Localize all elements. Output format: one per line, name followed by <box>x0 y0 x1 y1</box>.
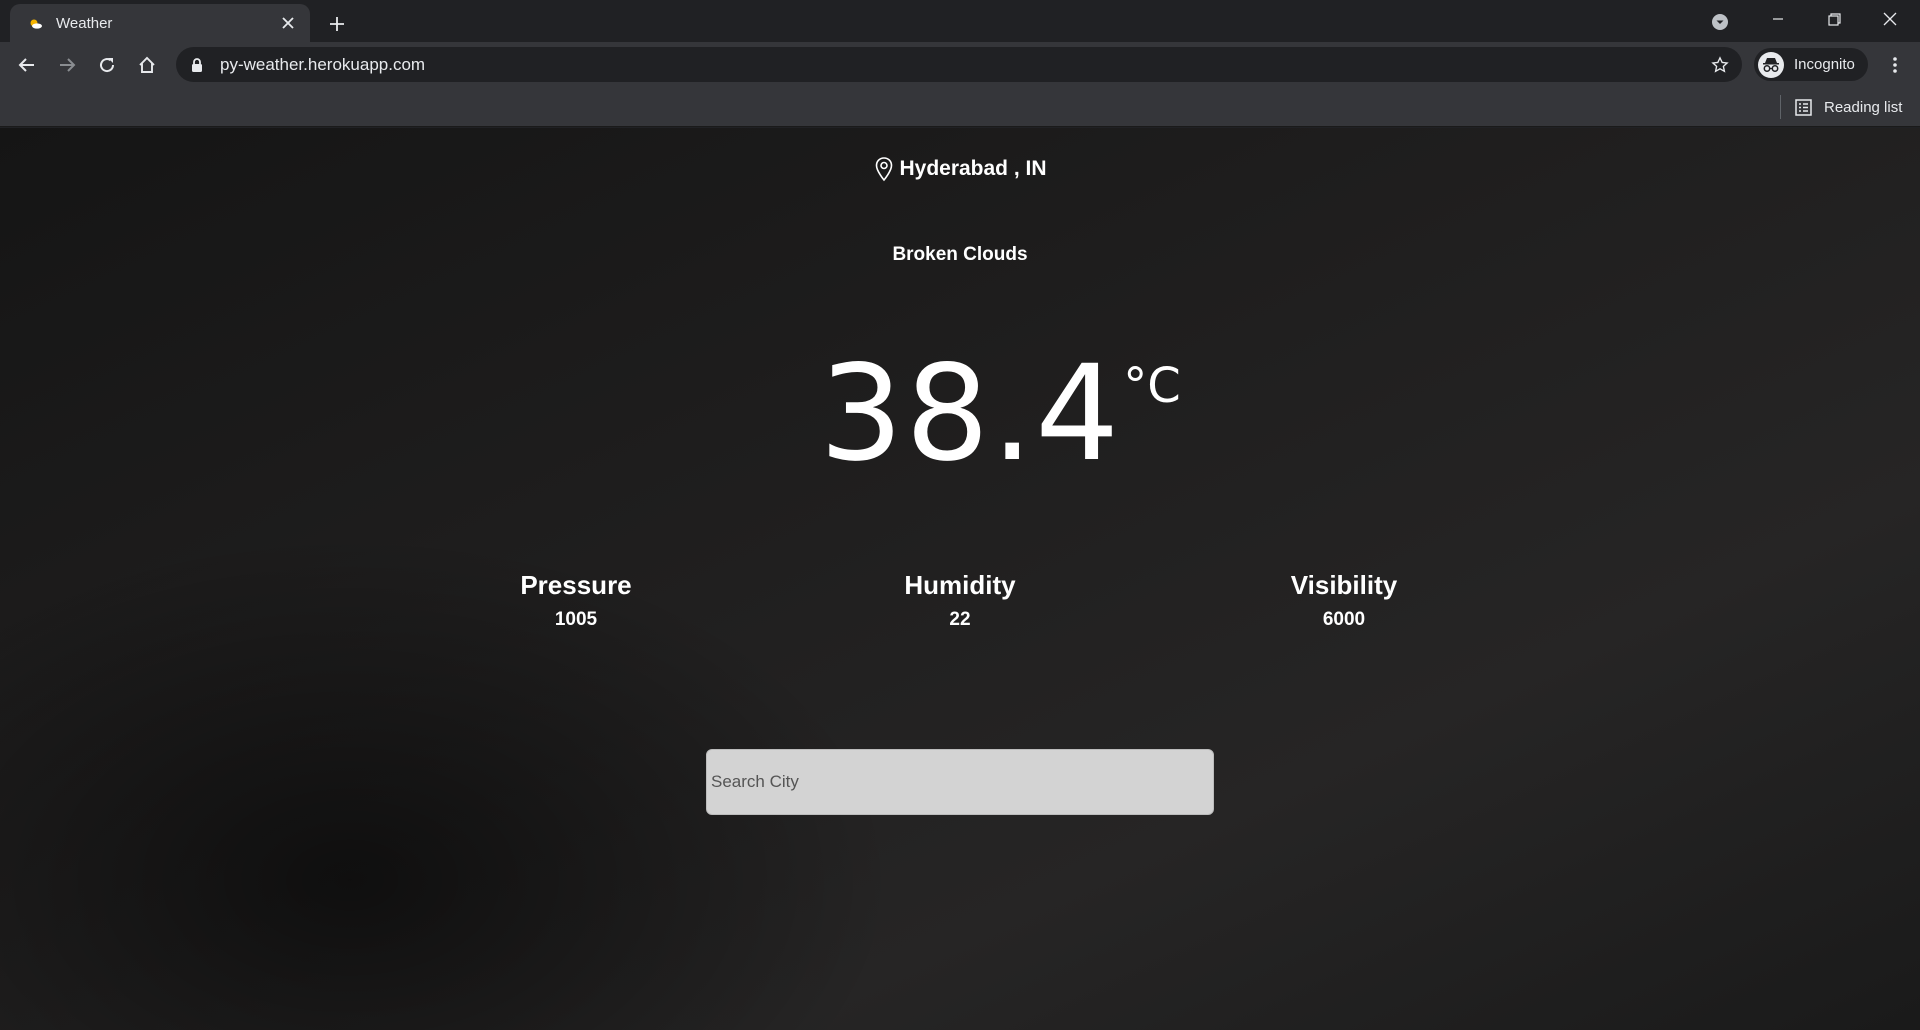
new-tab-button[interactable] <box>322 9 352 39</box>
stat-label: Visibility <box>1290 570 1398 600</box>
forward-button[interactable] <box>52 50 82 80</box>
stat-pressure: Pressure 1005 <box>426 570 726 631</box>
location-pin-icon <box>873 156 895 182</box>
reading-list-label: Reading list <box>1824 98 1903 116</box>
tab-search-icon[interactable] <box>1708 10 1732 34</box>
temperature-value: 38.4 <box>819 337 1122 491</box>
reading-list-button[interactable]: Reading list <box>1794 93 1902 121</box>
home-button[interactable] <box>132 50 162 80</box>
minimize-button[interactable] <box>1750 0 1806 38</box>
tab-title: Weather <box>56 14 113 32</box>
tab-strip: Weather <box>0 0 1920 42</box>
reading-list-icon <box>1794 98 1812 116</box>
browser-toolbar: py-weather.herokuapp.com Incognito <box>0 42 1920 87</box>
more-menu-icon[interactable] <box>1880 50 1910 80</box>
stat-humidity: Humidity 22 <box>810 570 1110 631</box>
stat-visibility: Visibility 6000 <box>1194 570 1494 631</box>
stat-label: Humidity <box>904 570 1016 600</box>
bookmarks-bar: Reading list <box>0 87 1920 127</box>
city-name: Hyderabad , IN <box>899 157 1047 180</box>
search-city-input[interactable] <box>706 749 1214 815</box>
temperature-display: 38.4 °C <box>0 348 1920 480</box>
weather-favicon-icon <box>28 15 44 31</box>
stat-value: 1005 <box>554 609 598 630</box>
temperature-unit: °C <box>1123 358 1181 414</box>
browser-tab[interactable]: Weather <box>10 4 310 42</box>
weather-page: Hyderabad , IN Broken Clouds 38.4 °C Pre… <box>0 128 1920 1030</box>
bookmarks-divider <box>1780 95 1781 119</box>
restore-button[interactable] <box>1806 0 1862 38</box>
incognito-profile-button[interactable]: Incognito <box>1754 48 1868 81</box>
back-button[interactable] <box>12 50 42 80</box>
stat-value: 22 <box>949 609 971 630</box>
profile-label: Incognito <box>1794 56 1855 73</box>
window-close-button[interactable] <box>1862 0 1918 38</box>
incognito-icon <box>1758 51 1784 78</box>
stat-value: 6000 <box>1322 609 1366 630</box>
url-text[interactable]: py-weather.herokuapp.com <box>220 55 1708 75</box>
address-bar[interactable]: py-weather.herokuapp.com <box>176 47 1742 82</box>
bookmark-star-icon[interactable] <box>1708 53 1732 77</box>
stat-label: Pressure <box>520 570 632 600</box>
close-icon[interactable] <box>278 13 298 33</box>
location-heading: Hyderabad , IN <box>0 156 1920 182</box>
reload-button[interactable] <box>92 50 122 80</box>
weather-condition: Broken Clouds <box>892 244 1028 265</box>
lock-icon[interactable] <box>190 57 204 72</box>
